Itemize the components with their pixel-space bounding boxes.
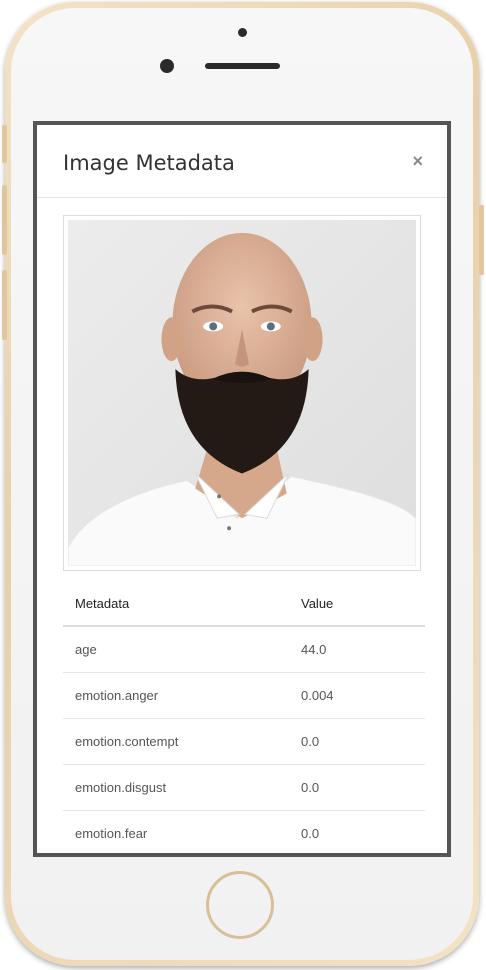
side-button-volume-down [2, 270, 7, 340]
row-key: emotion.fear [63, 810, 289, 853]
header-metadata: Metadata [63, 581, 289, 627]
row-key: emotion.disgust [63, 764, 289, 811]
side-button-power [479, 205, 484, 275]
close-icon[interactable]: × [412, 151, 423, 172]
table-row: emotion.anger 0.004 [63, 672, 425, 719]
metadata-table: Metadata Value age 44.0 emotion.anger 0.… [63, 581, 425, 853]
row-value: 0.004 [289, 672, 425, 719]
table-row: emotion.fear 0.0 [63, 810, 425, 853]
modal-title: Image Metadata [63, 151, 235, 175]
row-key: emotion.contempt [63, 718, 289, 765]
modal-header: Image Metadata × [37, 125, 447, 198]
portrait-photo [68, 220, 416, 566]
table-header-row: Metadata Value [63, 581, 425, 627]
row-key: age [63, 626, 289, 673]
row-value: 0.0 [289, 764, 425, 811]
phone-screen: Image Metadata × Metadata Value age 44.0… [33, 121, 451, 857]
row-key: emotion.anger [63, 672, 289, 719]
side-button-volume-up [2, 185, 7, 255]
front-camera [160, 59, 174, 73]
earpiece-speaker [205, 63, 280, 69]
header-value: Value [289, 581, 425, 627]
row-value: 0.0 [289, 810, 425, 853]
row-value: 44.0 [289, 626, 425, 673]
table-row: emotion.contempt 0.0 [63, 718, 425, 765]
side-button-silent [2, 125, 7, 163]
row-value: 0.0 [289, 718, 425, 765]
image-metadata-modal: Image Metadata × Metadata Value age 44.0… [37, 125, 447, 853]
table-row: age 44.0 [63, 626, 425, 673]
home-button[interactable] [206, 871, 274, 939]
table-row: emotion.disgust 0.0 [63, 764, 425, 811]
proximity-sensor [238, 28, 247, 37]
photo-frame [63, 215, 421, 571]
